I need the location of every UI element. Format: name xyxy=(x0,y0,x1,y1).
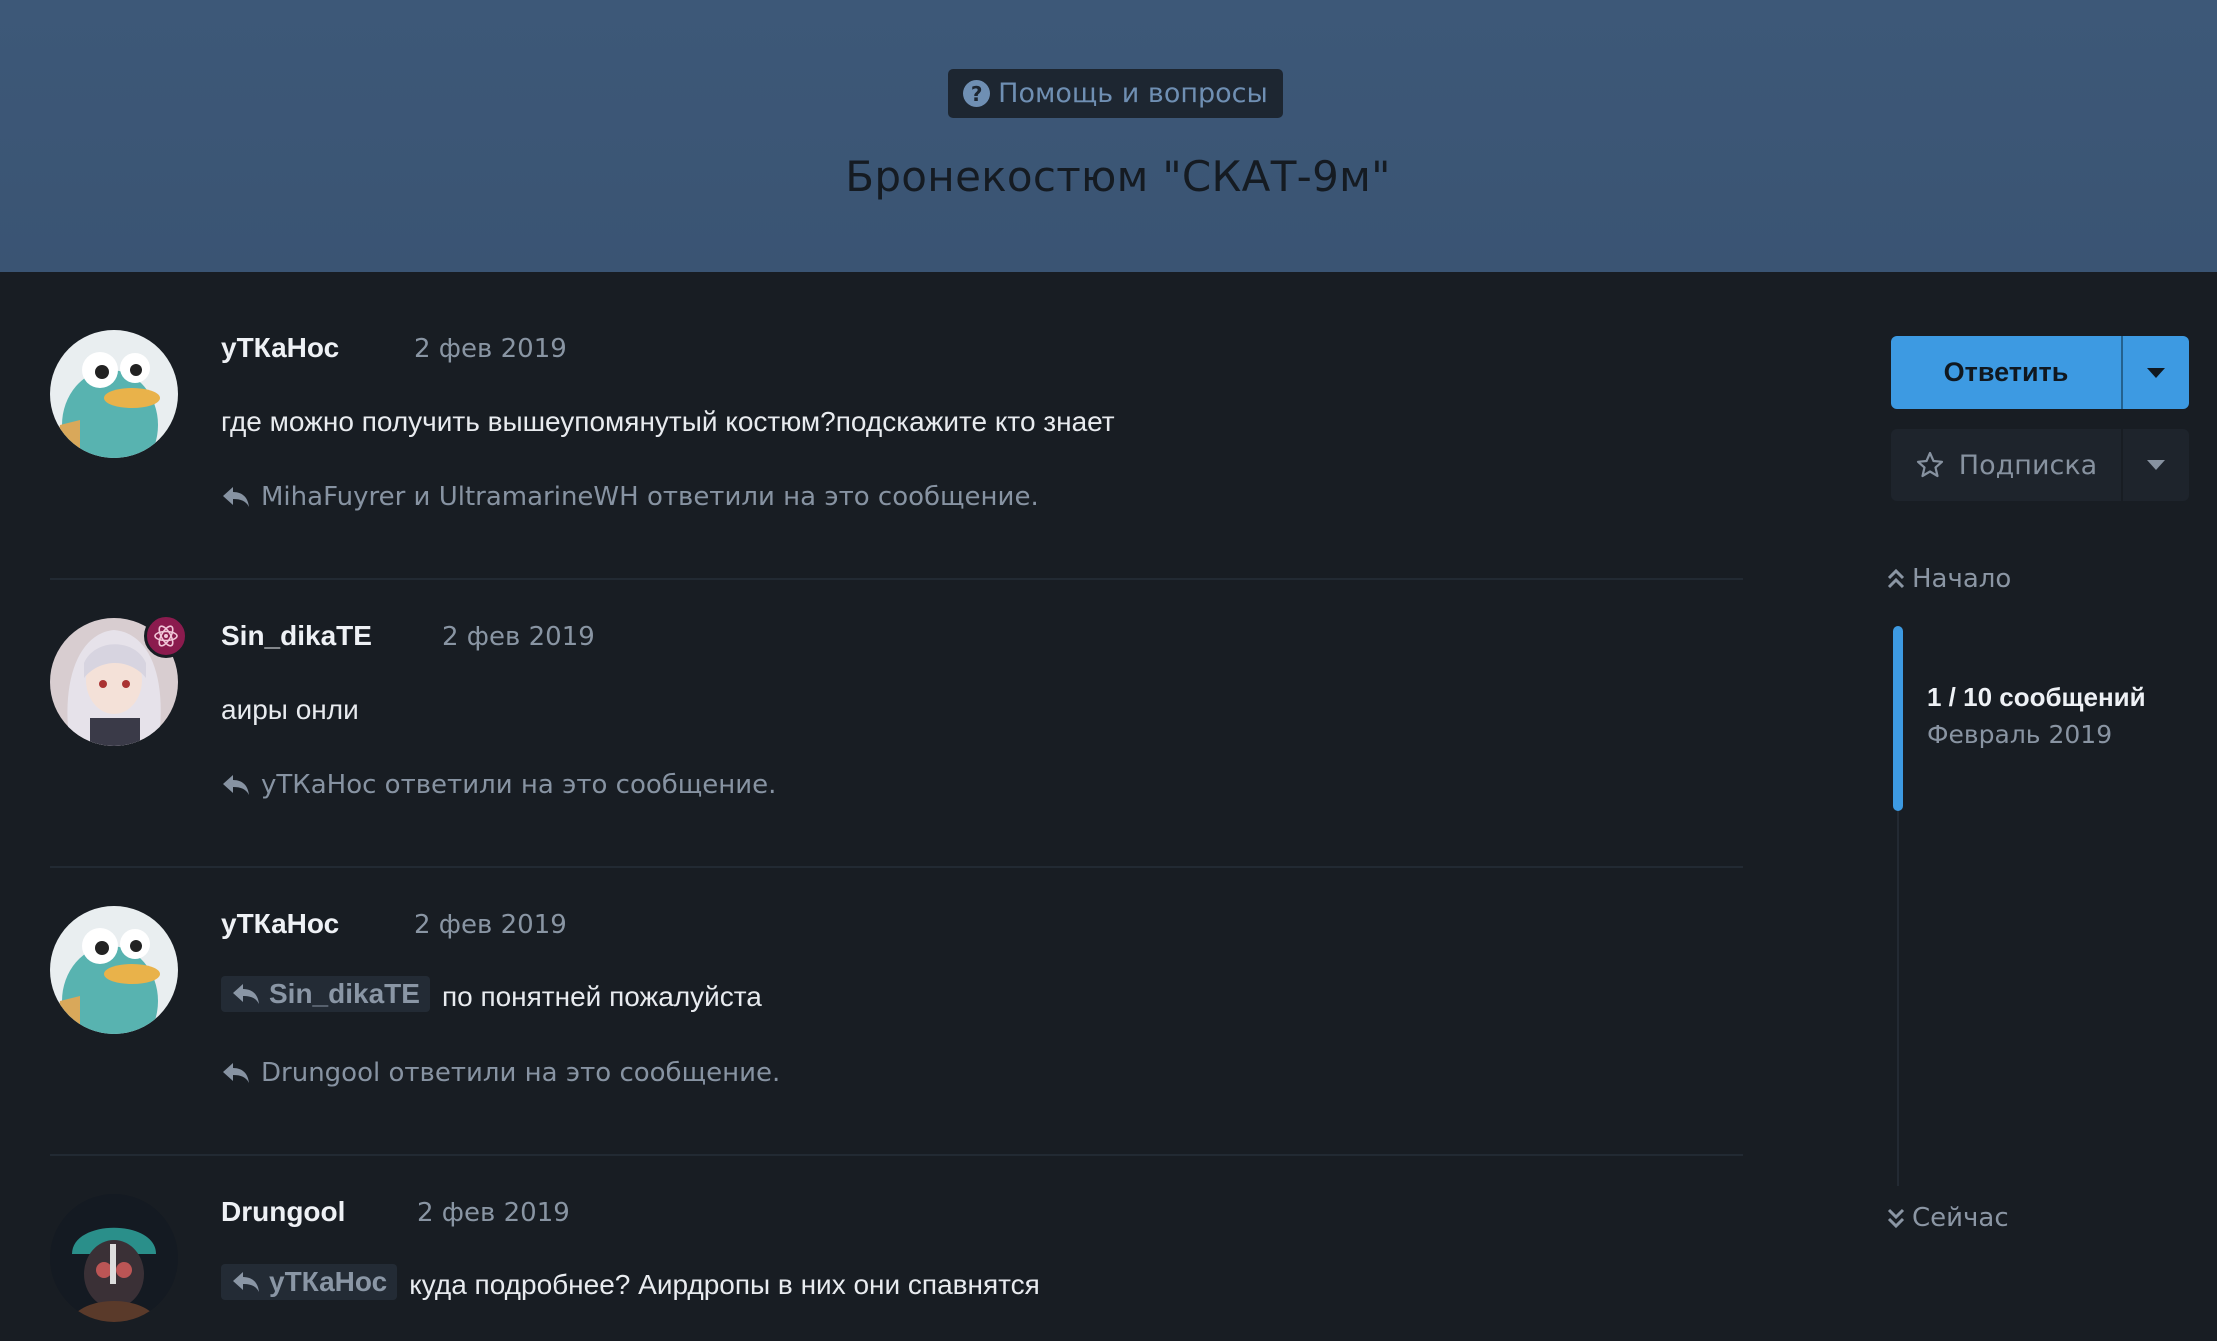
reply-icon xyxy=(233,984,259,1004)
start-label: Начало xyxy=(1912,564,2012,594)
question-circle-icon: ? xyxy=(963,80,991,107)
post-content: аиры онли xyxy=(221,694,359,725)
timeline-date: Февраль 2019 xyxy=(1927,720,2113,749)
follow-label: Подписка xyxy=(1958,449,2098,481)
post-content: где можно получить вышеупомянутый костюм… xyxy=(221,406,1115,437)
reply-icon xyxy=(223,1063,249,1083)
post-text: по понятней пожалуйста xyxy=(441,981,762,1012)
avatar[interactable] xyxy=(50,1194,178,1322)
timeline-start-link[interactable]: Начало xyxy=(1886,564,2011,594)
replied-text: Drungool ответили на это сообщение. xyxy=(261,1058,781,1088)
timeline-count: 1 / 10 сообщений xyxy=(1927,682,2146,712)
post-date[interactable]: 2 фев 2019 xyxy=(414,334,567,364)
star-icon xyxy=(1916,451,1943,478)
post-author[interactable]: уТКаНос xyxy=(221,332,339,364)
replied-info[interactable]: MihaFuyrer и UltramarineWH ответили на э… xyxy=(221,482,1039,512)
follow-button[interactable]: Подписка xyxy=(1891,429,2121,501)
replied-text: уТКаНос ответили на это сообщение. xyxy=(261,770,777,800)
timeline-scrubber[interactable] xyxy=(1893,626,1903,811)
now-label: Сейчас xyxy=(1912,1203,2009,1233)
post: уТКаНос 2 фев 2019 где можно получить вы… xyxy=(50,330,1743,540)
post-content: Sin_dikaTE по понятней пожалуйста xyxy=(221,976,762,1013)
post: уТКаНос 2 фев 2019 Sin_dikaTE по понятне… xyxy=(50,906,1743,1116)
follow-button-group: Подписка xyxy=(1891,429,2189,501)
chevron-down-icon xyxy=(2147,460,2165,470)
reply-button[interactable]: Ответить xyxy=(1891,336,2121,409)
reply-dropdown-button[interactable] xyxy=(2123,336,2189,409)
post-divider xyxy=(50,578,1743,580)
post-author[interactable]: уТКаНос xyxy=(221,908,339,940)
double-chevron-up-icon xyxy=(1887,568,1905,589)
post-author[interactable]: Drungool xyxy=(221,1196,345,1228)
avatar[interactable] xyxy=(50,906,178,1034)
chevron-down-icon xyxy=(2147,367,2165,378)
post-divider xyxy=(50,866,1743,868)
post-text: куда подробнее? Аирдропы в них они спавн… xyxy=(409,1269,1040,1300)
post-date[interactable]: 2 фев 2019 xyxy=(414,910,567,940)
post-date[interactable]: 2 фев 2019 xyxy=(417,1198,570,1228)
mention-link[interactable]: уТКаНос xyxy=(221,1264,398,1300)
replied-info[interactable]: уТКаНос ответили на это сообщение. xyxy=(221,770,776,800)
follow-dropdown-button[interactable] xyxy=(2123,429,2189,501)
replied-text: MihaFuyrer и UltramarineWH ответили на э… xyxy=(261,482,1039,512)
topic-header: ? Помощь и вопросы Бронекостюм "СКАТ-9м" xyxy=(0,0,2217,272)
replied-info[interactable]: Drungool ответили на это сообщение. xyxy=(221,1058,780,1088)
category-label: Помощь и вопросы xyxy=(998,78,1268,109)
post-author[interactable]: Sin_dikaTE xyxy=(221,620,372,652)
atom-badge-icon xyxy=(144,614,188,658)
double-chevron-down-icon xyxy=(1887,1208,1905,1229)
timeline-now-link[interactable]: Сейчас xyxy=(1886,1203,2009,1233)
category-badge[interactable]: ? Помощь и вопросы xyxy=(948,69,1283,118)
mention-name: Sin_dikaTE xyxy=(269,978,420,1009)
mention-link[interactable]: Sin_dikaTE xyxy=(221,976,430,1012)
reply-button-group: Ответить xyxy=(1891,336,2189,409)
avatar[interactable] xyxy=(50,330,178,458)
post-divider xyxy=(50,1154,1743,1156)
post: Drungool 2 фев 2019 уТКаНос куда подробн… xyxy=(50,1194,1743,1334)
topic-title: Бронекостюм "СКАТ-9м" xyxy=(845,152,1391,201)
post-content: уТКаНос куда подробнее? Аирдропы в них о… xyxy=(221,1264,1040,1301)
reply-icon xyxy=(223,487,249,507)
reply-icon xyxy=(233,1272,259,1292)
mention-name: уТКаНос xyxy=(269,1266,388,1297)
post-date[interactable]: 2 фев 2019 xyxy=(442,622,595,652)
reply-icon xyxy=(223,775,249,795)
post: Sin_dikaTE 2 фев 2019 аиры онли уТКаНос … xyxy=(50,614,1743,828)
